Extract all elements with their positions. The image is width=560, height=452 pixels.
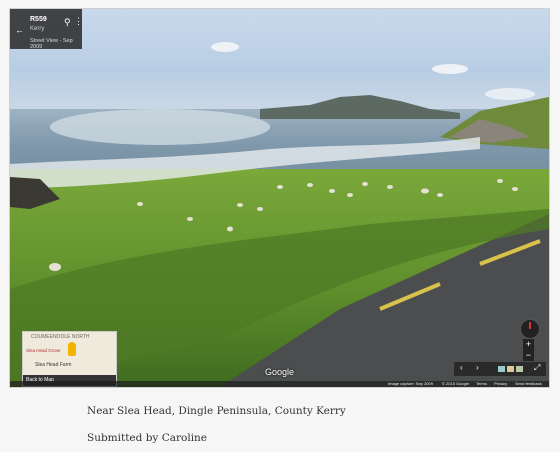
- zoom-control[interactable]: + −: [523, 339, 534, 361]
- terms-link[interactable]: Terms: [476, 381, 487, 387]
- region-label: Kerry: [30, 26, 45, 32]
- photo-strip-bar[interactable]: ‹ › ⤢: [454, 362, 546, 376]
- submitted-by: Submitted by Caroline: [87, 432, 208, 444]
- streetview-panorama[interactable]: ← R559 Kerry Street View - Sep 2009 ⚲ ⋮ …: [9, 8, 550, 388]
- google-logo: Google: [265, 367, 295, 377]
- image-capture-date: Image capture: Sep 2009: [388, 381, 433, 386]
- photo-thumbnail[interactable]: [516, 366, 523, 372]
- photo-thumbnail[interactable]: [507, 366, 514, 372]
- zoom-out-button[interactable]: −: [523, 350, 534, 361]
- map-footer: Image capture: Sep 2009 © 2015 Google Te…: [10, 381, 549, 387]
- map-pin-icon[interactable]: ⚲: [64, 17, 71, 28]
- expand-icon[interactable]: ⤢: [534, 363, 540, 373]
- minimap[interactable]: COUMEENOOLE NORTH Slea Head Grove Slea H…: [22, 331, 117, 387]
- minimap-cafe-label: Slea Head Grove: [26, 348, 61, 353]
- prev-photo-button[interactable]: ‹: [460, 363, 463, 372]
- capture-date[interactable]: Street View - Sep 2009: [30, 38, 82, 50]
- next-photo-button[interactable]: ›: [476, 363, 479, 372]
- minimap-area-label: COUMEENOOLE NORTH: [31, 334, 90, 340]
- compass-icon[interactable]: [520, 319, 540, 339]
- pegman-icon[interactable]: [68, 342, 76, 356]
- report-link[interactable]: Send feedback: [515, 381, 542, 387]
- zoom-in-button[interactable]: +: [523, 339, 534, 350]
- location-title: R559: [30, 16, 47, 23]
- photo-caption: Near Slea Head, Dingle Peninsula, County…: [87, 405, 346, 417]
- more-vert-icon[interactable]: ⋮: [74, 16, 83, 27]
- privacy-link[interactable]: Privacy: [494, 381, 507, 387]
- copyright-text: © 2015 Google: [442, 381, 469, 386]
- photo-thumbnail[interactable]: [498, 366, 505, 372]
- streetview-info-card: ← R559 Kerry Street View - Sep 2009 ⚲ ⋮: [10, 9, 83, 50]
- arrow-left-icon[interactable]: ←: [15, 25, 24, 35]
- minimap-place-label: Slea Head Farm: [35, 362, 72, 368]
